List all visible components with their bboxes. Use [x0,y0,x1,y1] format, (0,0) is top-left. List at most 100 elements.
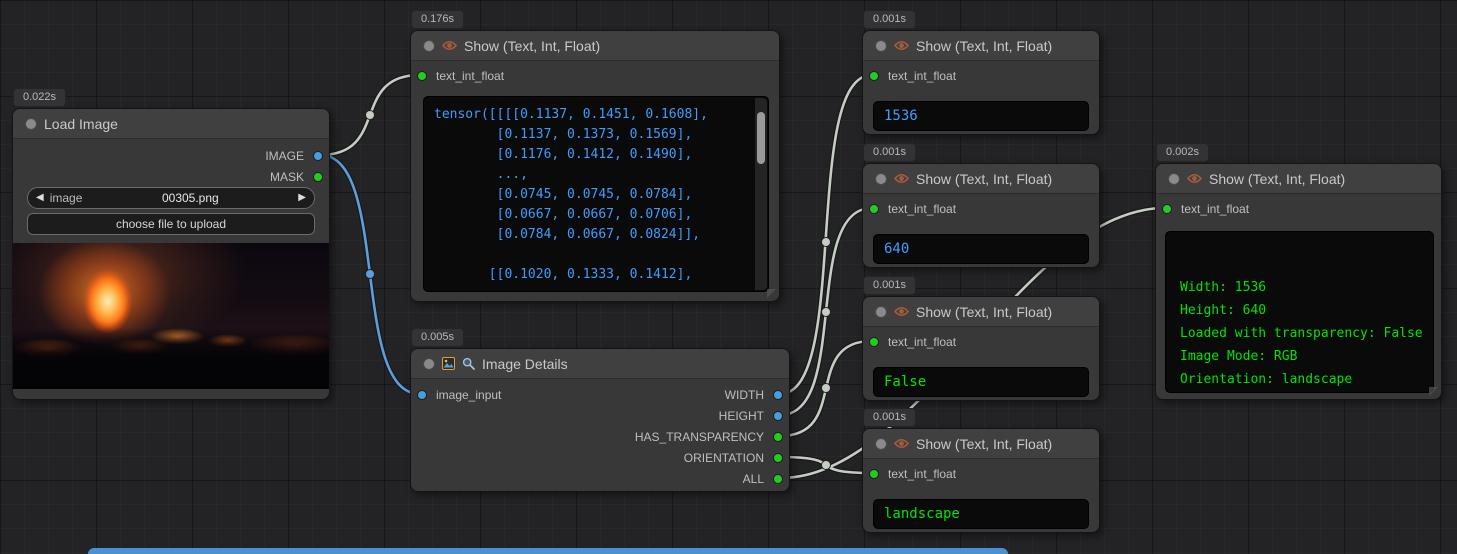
execution-time-badge: 0.002s [1156,143,1209,162]
output-slot-has-transparency[interactable]: HAS_TRANSPARENCY [635,427,783,447]
slot-label: image_input [436,388,501,402]
node-show-transparency[interactable]: 0.001s Show (Text, Int, Float) text_int_… [862,296,1100,401]
combo-value[interactable]: 00305.png [82,191,298,205]
text-display-widget[interactable]: False [873,367,1089,397]
execution-time-badge: 0.001s [863,408,916,427]
execution-time-badge: 0.176s [411,10,464,29]
node-show-width[interactable]: 0.001s Show (Text, Int, Float) text_int_… [862,30,1100,135]
slot-label: ALL [743,472,764,486]
collapse-toggle-icon[interactable] [875,173,887,185]
collapse-toggle-icon[interactable] [25,118,37,130]
scrollbar-thumb[interactable] [757,112,765,164]
node-show-orientation[interactable]: 0.001s Show (Text, Int, Float) text_int_… [862,428,1100,533]
eye-icon [894,40,909,51]
collapse-toggle-icon[interactable] [423,40,435,52]
resize-handle[interactable] [767,289,776,298]
collapse-toggle-icon[interactable] [875,438,887,450]
node-title: Show (Text, Int, Float) [464,31,600,61]
node-graph-canvas[interactable]: 0.022s Load Image IMAGE MASK ◀ image 003… [0,0,1457,554]
input-dot-text-int-float[interactable] [869,71,879,81]
input-slot-text-int-float[interactable]: text_int_float [1162,199,1249,219]
node-header[interactable]: Show (Text, Int, Float) [863,297,1099,327]
height-value: 640 [884,241,909,257]
node-title: Show (Text, Int, Float) [916,297,1052,327]
node-title: Load Image [44,109,118,139]
offscreen-node-top-edge[interactable] [88,548,1008,554]
slot-label: text_int_float [888,69,956,83]
text-display-widget[interactable]: 1536 [873,101,1089,131]
node-title: Show (Text, Int, Float) [916,164,1052,194]
node-header[interactable]: Show (Text, Int, Float) [411,31,779,61]
node-header[interactable]: Show (Text, Int, Float) [863,31,1099,61]
output-slot-image[interactable]: IMAGE [265,146,323,166]
combo-next-arrow-icon[interactable]: ▶ [298,193,306,203]
output-slot-all[interactable]: ALL [743,469,783,489]
eye-icon [442,40,457,51]
input-slot-text-int-float[interactable]: text_int_float [417,66,504,86]
input-slot-text-int-float[interactable]: text_int_float [869,66,956,86]
execution-time-badge: 0.022s [13,88,66,107]
input-slot-text-int-float[interactable]: text_int_float [869,199,956,219]
execution-time-badge: 0.001s [863,276,916,295]
node-header[interactable]: Show (Text, Int, Float) [863,164,1099,194]
text-display-widget[interactable]: Width: 1536 Height: 640 Loaded with tran… [1165,231,1434,393]
input-dot-image-input[interactable] [417,390,427,400]
output-slot-height[interactable]: HEIGHT [719,406,783,426]
output-slot-width[interactable]: WIDTH [725,385,783,405]
input-dot-text-int-float[interactable] [1162,204,1172,214]
text-display-widget[interactable]: landscape [873,499,1089,529]
input-dot-text-int-float[interactable] [869,204,879,214]
picture-icon [442,357,455,370]
slot-label: text_int_float [888,335,956,349]
combo-prev-arrow-icon[interactable]: ◀ [36,193,44,203]
text-display-widget[interactable]: tensor([[[[0.1137, 0.1451, 0.1608], [0.1… [423,96,769,292]
scrollbar-track[interactable] [755,98,767,290]
input-slot-text-int-float[interactable]: text_int_float [869,332,956,352]
resize-handle[interactable] [1429,387,1438,396]
image-details-summary: Width: 1536 Height: 640 Loaded with tran… [1180,280,1423,387]
output-dot-has-transparency[interactable] [773,432,783,442]
transparency-value: False [884,374,926,390]
text-display-widget[interactable]: 640 [873,234,1089,264]
node-image-details[interactable]: 0.005s Image Details image_input WIDTH H… [410,348,790,492]
image-preview[interactable] [13,243,329,389]
slot-label: text_int_float [1181,202,1249,216]
input-dot-text-int-float[interactable] [417,71,427,81]
output-dot-image[interactable] [313,151,323,161]
node-show-all[interactable]: 0.002s Show (Text, Int, Float) text_int_… [1155,163,1442,400]
node-header[interactable]: Show (Text, Int, Float) [863,429,1099,459]
slot-label: text_int_float [888,202,956,216]
choose-file-button[interactable]: choose file to upload [27,213,315,235]
input-dot-text-int-float[interactable] [869,469,879,479]
collapse-toggle-icon[interactable] [423,358,435,370]
input-dot-text-int-float[interactable] [869,337,879,347]
image-combo-widget[interactable]: ◀ image 00305.png ▶ [27,187,315,209]
node-show-tensor[interactable]: 0.176s Show (Text, Int, Float) text_int_… [410,30,780,302]
output-dot-orientation[interactable] [773,453,783,463]
node-header[interactable]: Show (Text, Int, Float) [1156,164,1441,194]
collapse-toggle-icon[interactable] [875,306,887,318]
slot-label: text_int_float [436,69,504,83]
output-dot-width[interactable] [773,390,783,400]
node-title: Show (Text, Int, Float) [916,429,1052,459]
node-load-image[interactable]: 0.022s Load Image IMAGE MASK ◀ image 003… [12,108,330,400]
output-slot-mask[interactable]: MASK [270,167,323,187]
input-slot-text-int-float[interactable]: text_int_float [869,464,956,484]
node-title: Show (Text, Int, Float) [1209,164,1345,194]
slot-label: HEIGHT [719,409,764,423]
output-dot-all[interactable] [773,474,783,484]
collapse-toggle-icon[interactable] [1168,173,1180,185]
width-value: 1536 [884,108,918,124]
eye-icon [1187,173,1202,184]
node-title: Show (Text, Int, Float) [916,31,1052,61]
slot-label: WIDTH [725,388,764,402]
node-show-height[interactable]: 0.001s Show (Text, Int, Float) text_int_… [862,163,1100,268]
node-header[interactable]: Image Details [411,349,789,379]
output-dot-mask[interactable] [313,172,323,182]
slot-label: IMAGE [265,149,304,163]
output-slot-orientation[interactable]: ORIENTATION [684,448,783,468]
output-dot-height[interactable] [773,411,783,421]
collapse-toggle-icon[interactable] [875,40,887,52]
node-header[interactable]: Load Image [13,109,329,139]
input-slot-image-input[interactable]: image_input [417,385,501,405]
